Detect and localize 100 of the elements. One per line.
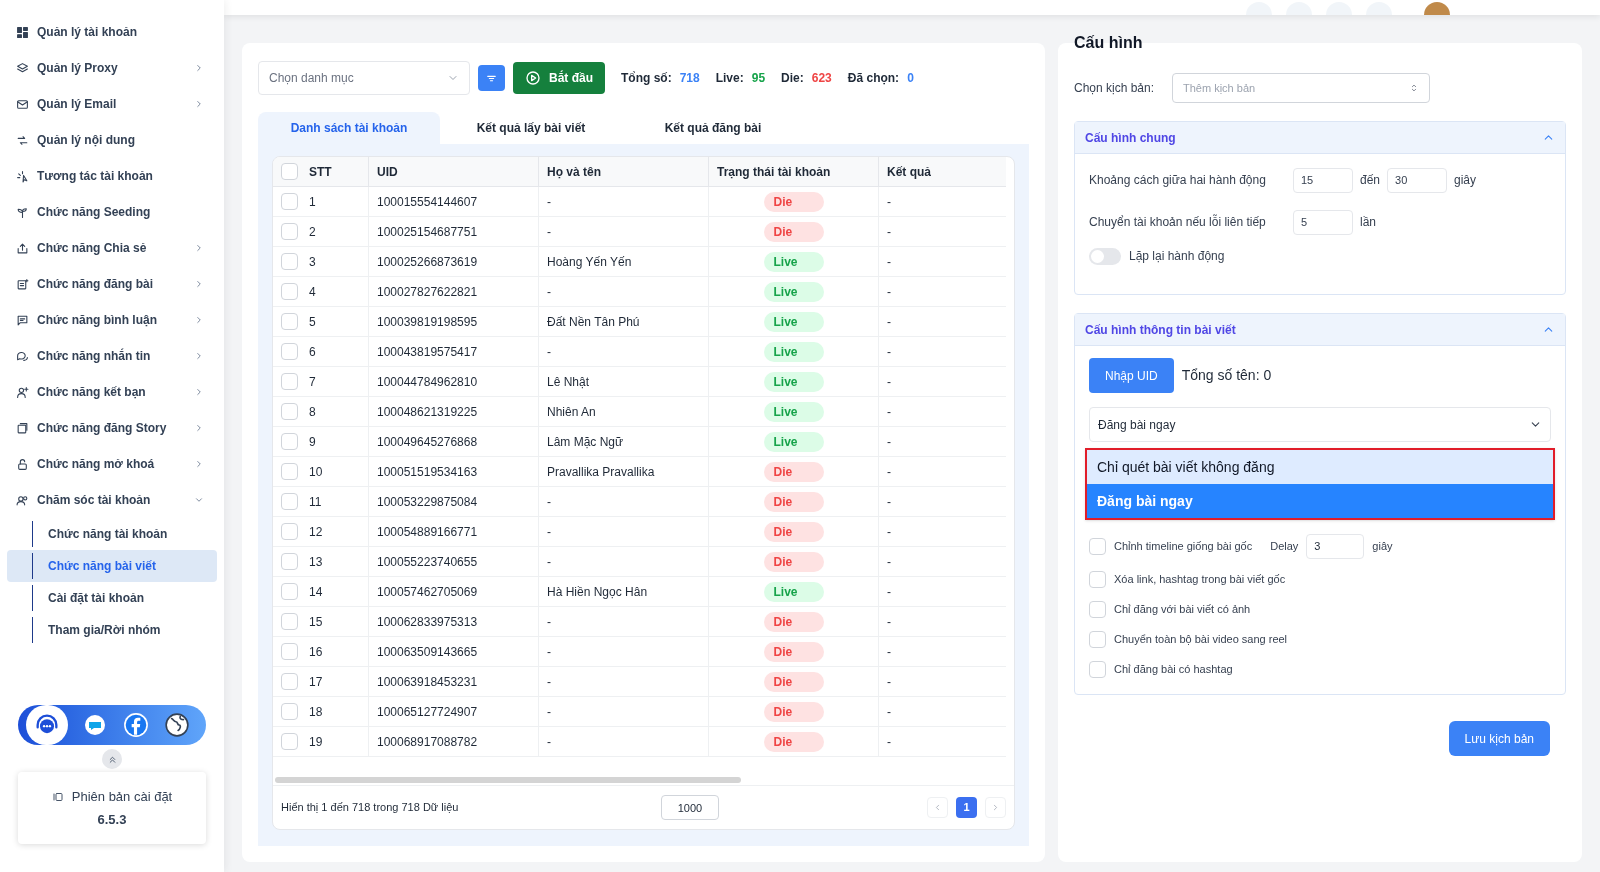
- lock-icon: [16, 457, 29, 471]
- checkbox[interactable]: [281, 283, 298, 300]
- number-field[interactable]: 5: [1293, 209, 1353, 235]
- toggle-switch[interactable]: [1089, 247, 1121, 265]
- checkbox[interactable]: [281, 433, 298, 450]
- table-cell-text: 12: [309, 523, 323, 541]
- stat-value: 718: [679, 70, 700, 87]
- checkbox[interactable]: [281, 703, 298, 720]
- status-badge: Die: [763, 731, 824, 752]
- checkbox[interactable]: [1089, 630, 1106, 648]
- checkbox[interactable]: [281, 313, 298, 330]
- status-badge: Die: [763, 221, 824, 242]
- number-field[interactable]: 30: [1387, 167, 1448, 193]
- table-cell-text: -: [887, 463, 891, 481]
- checkbox[interactable]: [281, 493, 298, 510]
- status-badge: Die: [763, 671, 824, 692]
- globe-icon: [164, 712, 191, 738]
- table-cell-text: -: [887, 343, 891, 361]
- checkbox-label: Xóa link, hashtag trong bài viết gốc: [1114, 571, 1286, 587]
- table-cell-text: Hoàng Yến Yến: [547, 253, 632, 271]
- sidebar-item[interactable]: Quản lý tài khoản: [0, 14, 224, 50]
- status-badge: Die: [763, 491, 824, 512]
- number-field[interactable]: 15: [1293, 167, 1353, 193]
- stat-value: 0: [907, 70, 914, 87]
- filter-button[interactable]: [478, 65, 505, 91]
- collapse-button[interactable]: [102, 749, 122, 769]
- table-cell-text: -: [887, 673, 891, 691]
- table-cell-text: Lê Nhật: [547, 373, 590, 391]
- checkbox[interactable]: [281, 613, 298, 630]
- table-cell-text: 100043819575417: [377, 343, 478, 361]
- save-script-button[interactable]: Lưu kịch bản: [1448, 721, 1550, 756]
- checkbox[interactable]: [281, 463, 298, 480]
- import-uid-button[interactable]: Nhập UID: [1089, 358, 1174, 393]
- checkbox[interactable]: [281, 403, 298, 420]
- table-cell-text: -: [887, 313, 891, 331]
- table-cell-text: 100068917088782: [377, 733, 478, 751]
- page-size-field[interactable]: 1000: [661, 795, 719, 820]
- facebook-icon: [122, 712, 149, 738]
- checkbox[interactable]: [281, 163, 298, 180]
- post-icon: [16, 277, 29, 291]
- checkbox[interactable]: [1089, 537, 1106, 555]
- checkbox[interactable]: [1089, 570, 1106, 588]
- sidebar-item[interactable]: Chức năng kết bạn: [0, 374, 224, 410]
- number-field[interactable]: 3: [1306, 533, 1365, 559]
- sidebar-item[interactable]: Chức năng Seeding: [0, 194, 224, 230]
- previous-page-button[interactable]: [927, 797, 948, 818]
- sidebar-item[interactable]: Chức năng đăng Story: [0, 410, 224, 446]
- checkbox[interactable]: [281, 343, 298, 360]
- sidebar-subitem[interactable]: Tham gia/Rời nhóm: [32, 617, 161, 643]
- start-button[interactable]: Bắt đầu: [513, 62, 605, 94]
- page-button[interactable]: 1: [956, 797, 977, 818]
- section-header[interactable]: Cấu hình chung: [1075, 122, 1565, 154]
- next-page-button[interactable]: [985, 797, 1006, 818]
- sidebar-item[interactable]: Chức năng Chia sẻ: [0, 230, 224, 266]
- table-cell-text: 100062833975313: [377, 613, 478, 631]
- sidebar-item[interactable]: Chức năng nhắn tin: [0, 338, 224, 374]
- stat-value: 623: [811, 70, 832, 87]
- column-header: Kết quả: [887, 163, 931, 181]
- sidebar-item[interactable]: Quản lý Email: [0, 86, 224, 122]
- checkbox[interactable]: [281, 553, 298, 570]
- mode-select[interactable]: Đăng bài ngay: [1089, 407, 1551, 442]
- checkbox[interactable]: [281, 643, 298, 660]
- sidebar-item[interactable]: Chức năng bình luận: [0, 302, 224, 338]
- status-badge: Die: [763, 701, 824, 722]
- panel-icon: [51, 790, 64, 803]
- sidebar-item[interactable]: Quản lý Proxy: [0, 50, 224, 86]
- checkbox[interactable]: [1089, 660, 1106, 678]
- table-cell-text: 100053229875084: [377, 493, 478, 511]
- checkbox[interactable]: [281, 733, 298, 750]
- sidebar-item[interactable]: Chức năng đăng bài: [0, 266, 224, 302]
- table-cell-text: 18: [309, 703, 323, 721]
- checkbox[interactable]: [281, 193, 298, 210]
- sidebar-item[interactable]: Chức năng mở khoá: [0, 446, 224, 482]
- checkbox[interactable]: [281, 253, 298, 270]
- table-cell-text: -: [887, 223, 891, 241]
- sparkle-icon: [16, 169, 29, 183]
- checkbox[interactable]: [281, 373, 298, 390]
- dropdown-option[interactable]: Đăng bài ngay: [1087, 484, 1553, 518]
- section-header[interactable]: Cấu hình thông tin bài viết: [1075, 314, 1565, 346]
- tab[interactable]: Danh sách tài khoản: [258, 112, 440, 144]
- sidebar-subitem[interactable]: Cài đặt tài khoản: [32, 585, 145, 611]
- status-badge: Live: [763, 431, 824, 452]
- checkbox[interactable]: [281, 583, 298, 600]
- checkbox[interactable]: [281, 223, 298, 240]
- checkbox[interactable]: [281, 673, 298, 690]
- sidebar-item[interactable]: Tương tác tài khoản: [0, 158, 224, 194]
- category-select[interactable]: Chọn danh mục: [258, 61, 470, 95]
- checkbox[interactable]: [1089, 600, 1106, 618]
- checkbox[interactable]: [281, 523, 298, 540]
- table-cell-text: -: [887, 253, 891, 271]
- status-badge: Live: [763, 341, 824, 362]
- sprout-icon: [16, 205, 29, 219]
- dropdown-option[interactable]: Chỉ quét bài viết không đăng: [1087, 450, 1553, 484]
- sidebar-item[interactable]: Quản lý nội dung: [0, 122, 224, 158]
- horizontal-scrollbar[interactable]: [275, 777, 741, 783]
- table-cell-text: -: [547, 523, 551, 541]
- field-label: Chọn kịch bản:: [1074, 80, 1156, 97]
- table-cell-text: 3: [309, 253, 316, 271]
- sidebar-item[interactable]: Chăm sóc tài khoản: [0, 482, 224, 518]
- sidebar-subitem[interactable]: Chức năng tài khoản: [32, 521, 168, 547]
